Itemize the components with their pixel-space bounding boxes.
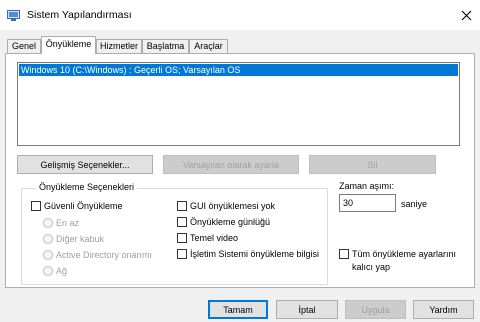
- boot-options-title: Önyükleme Seçenekleri: [36, 182, 138, 192]
- radio-network[interactable]: Ağ: [43, 266, 67, 276]
- radio-circle[interactable]: [43, 250, 53, 260]
- os-boot-info-label: İşletim Sistemi önyükleme bilgisi: [190, 249, 320, 259]
- base-video-checkbox[interactable]: Temel video: [177, 233, 238, 243]
- checkbox-box[interactable]: [177, 201, 187, 211]
- make-permanent-label-line1: Tüm önyükleme ayarlarını: [352, 249, 457, 259]
- radio-alternate-shell[interactable]: Diğer kabuk: [43, 234, 104, 244]
- base-video-label: Temel video: [190, 233, 239, 243]
- timeout-input[interactable]: 30: [339, 194, 396, 212]
- safe-boot-checkbox[interactable]: Güvenli Önyükleme: [31, 201, 123, 211]
- boot-log-label: Önyükleme günlüğü: [190, 217, 271, 227]
- radio-minimal[interactable]: En az: [43, 218, 79, 228]
- checkbox-box[interactable]: [31, 201, 41, 211]
- tab-tools[interactable]: Araçlar: [189, 39, 228, 53]
- advanced-options-button[interactable]: Gelişmiş Seçenekler...: [17, 155, 153, 174]
- help-button[interactable]: Yardım: [413, 300, 474, 319]
- tab-startup[interactable]: Başlatma: [142, 39, 189, 53]
- radio-circle[interactable]: [43, 266, 53, 276]
- checkbox-box[interactable]: [177, 233, 187, 243]
- make-permanent-label-line2: kalıcı yap: [352, 262, 391, 272]
- set-default-button[interactable]: Varsayılan olarak ayarla: [163, 155, 299, 174]
- radio-alternate-shell-label: Diğer kabuk: [56, 234, 105, 244]
- radio-ad-repair-label: Active Directory onarımı: [56, 250, 153, 260]
- close-icon: [461, 10, 471, 20]
- ok-button[interactable]: Tamam: [208, 300, 268, 319]
- os-boot-info-checkbox[interactable]: İşletim Sistemi önyükleme bilgisi: [177, 249, 319, 259]
- window-title: Sistem Yapılandırması: [27, 9, 132, 21]
- radio-circle[interactable]: [43, 218, 53, 228]
- cancel-button[interactable]: İptal: [276, 300, 338, 319]
- no-gui-boot-label: GUI önyüklemesi yok: [190, 201, 276, 211]
- msconfig-icon: [7, 10, 20, 21]
- tab-services[interactable]: Hizmetler: [96, 39, 142, 53]
- radio-network-label: Ağ: [56, 266, 68, 276]
- checkbox-box[interactable]: [339, 249, 349, 259]
- checkbox-box[interactable]: [177, 249, 187, 259]
- title-bar: Sistem Yapılandırması: [0, 0, 480, 30]
- radio-minimal-label: En az: [56, 218, 80, 228]
- apply-button[interactable]: Uygula: [345, 300, 406, 319]
- delete-button[interactable]: Sil: [309, 155, 436, 174]
- tab-boot[interactable]: Önyükleme: [41, 36, 96, 54]
- timeout-unit: saniye: [401, 199, 428, 209]
- tab-general[interactable]: Genel: [7, 39, 41, 53]
- boot-log-checkbox[interactable]: Önyükleme günlüğü: [177, 217, 270, 227]
- boot-entry-list[interactable]: Windows 10 (C:\Windows) : Geçerli OS; Va…: [17, 62, 460, 146]
- radio-circle[interactable]: [43, 234, 53, 244]
- close-button[interactable]: [452, 2, 480, 28]
- timeout-label: Zaman aşımı:: [339, 181, 395, 191]
- no-gui-boot-checkbox[interactable]: GUI önyüklemesi yok: [177, 201, 275, 211]
- boot-entry-item[interactable]: Windows 10 (C:\Windows) : Geçerli OS; Va…: [19, 64, 458, 76]
- radio-ad-repair[interactable]: Active Directory onarımı: [43, 250, 152, 260]
- make-permanent-checkbox[interactable]: Tüm önyükleme ayarlarını: [339, 249, 456, 259]
- safe-boot-label: Güvenli Önyükleme: [44, 201, 123, 211]
- checkbox-box[interactable]: [177, 217, 187, 227]
